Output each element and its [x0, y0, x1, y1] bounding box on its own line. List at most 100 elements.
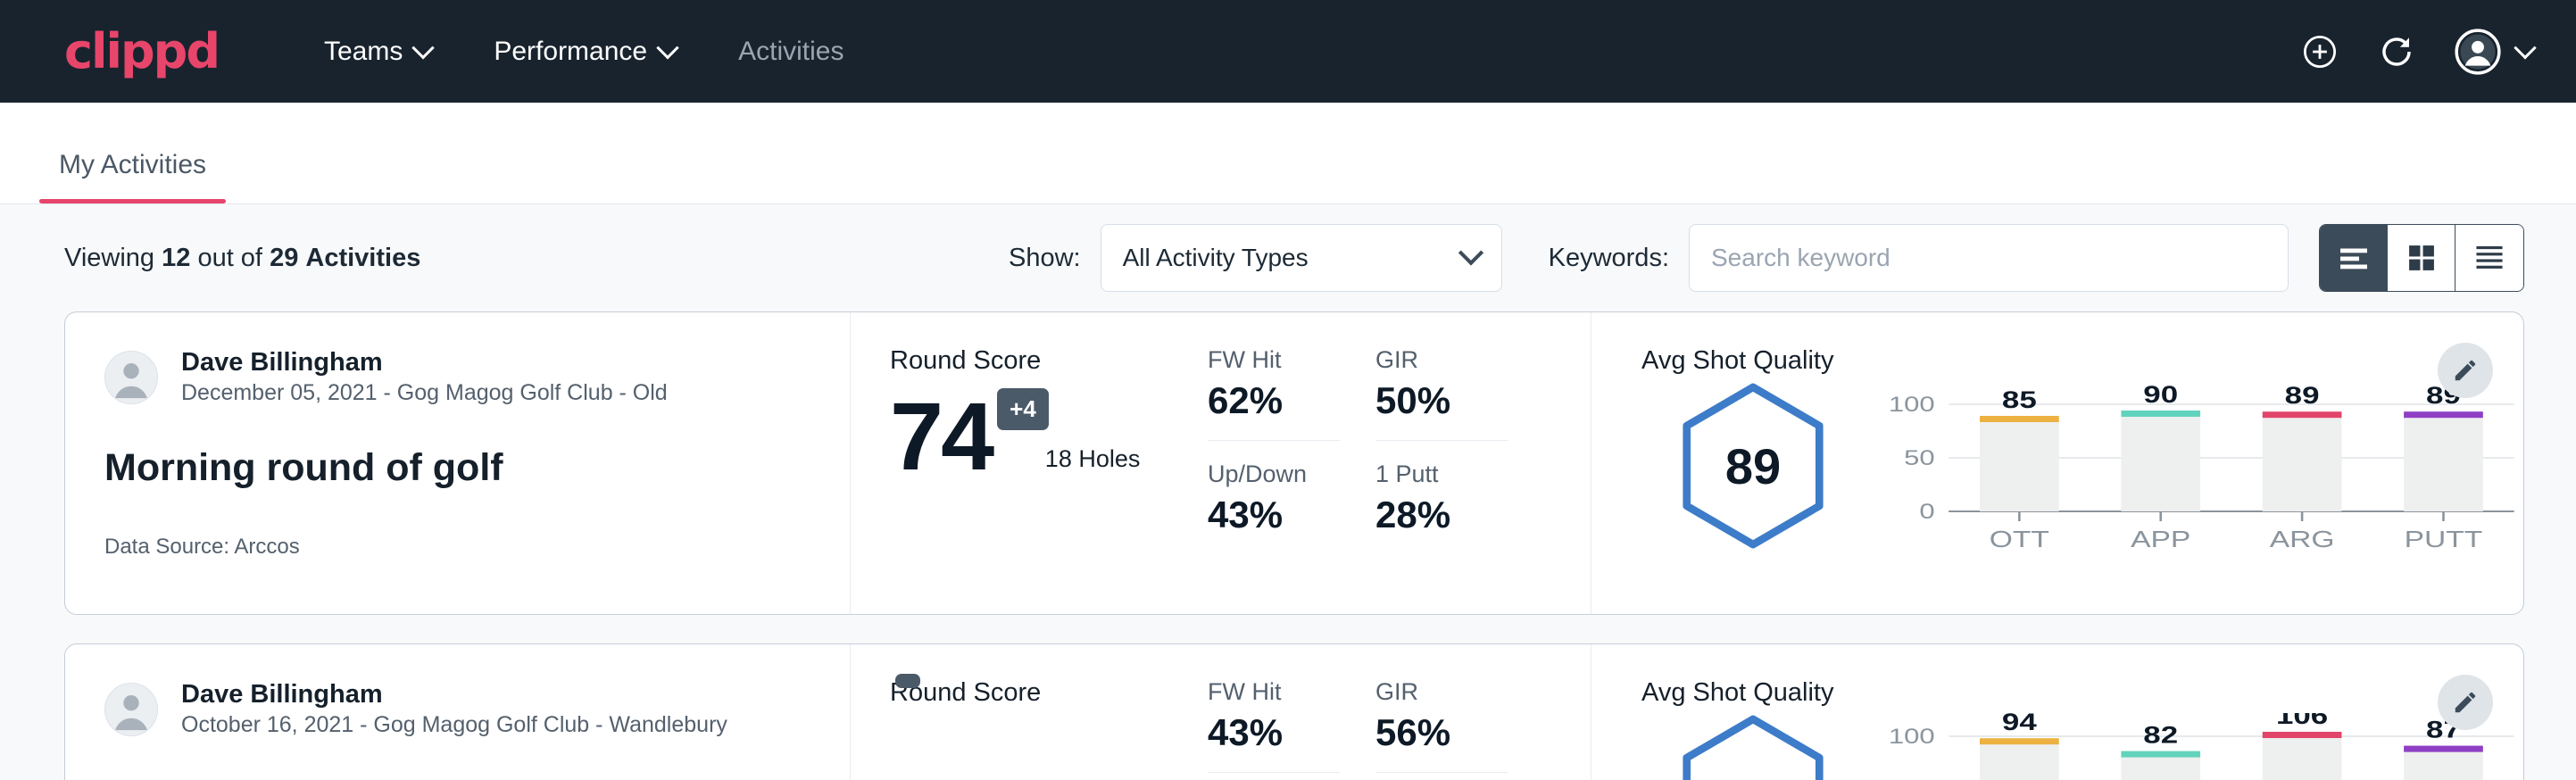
shot-quality-bar-chart: 05010085OTT90APP89ARG89PUTT: [1865, 381, 2523, 555]
edit-activity-button[interactable]: [2438, 343, 2493, 398]
stat-fw-hit: FW Hit 43%: [1208, 678, 1340, 773]
viewing-middle: out of: [197, 244, 262, 272]
viewing-prefix: Viewing: [64, 244, 154, 272]
avg-shot-quality-label: Avg Shot Quality: [1641, 346, 2523, 376]
svg-text:50: 50: [1904, 445, 1935, 469]
avg-shot-quality-label: Avg Shot Quality: [1641, 678, 2523, 708]
nav-item-teams-label: Teams: [324, 37, 403, 67]
edit-activity-button[interactable]: [2438, 675, 2493, 730]
activity-user-name: Dave Billingham: [181, 346, 668, 378]
avg-shot-quality-column: Avg Shot Quality 89 05010085OTT90APP89AR…: [1591, 312, 2523, 614]
stat-up-down-value: 43%: [1208, 494, 1340, 554]
stat-one-putt: 1 Putt 28%: [1375, 461, 1508, 554]
score-differential-badge: +4: [997, 388, 1049, 430]
round-score-value: 74: [890, 392, 992, 480]
stat-one-putt-value: 28%: [1375, 494, 1508, 554]
shot-quality-bar-chart: 05010094OTT82APP106ARG87PUTT: [1865, 713, 2523, 780]
round-score-label: Round Score: [890, 346, 1208, 376]
chevron-down-icon: [2514, 37, 2536, 59]
clippd-logo[interactable]: clippd: [64, 28, 219, 76]
activity-title: Morning round of golf: [104, 446, 810, 490]
avatar: [104, 683, 158, 736]
avatar: [104, 351, 158, 404]
filter-controls: Show: All Activity Types Keywords:: [1009, 224, 2524, 292]
tab-my-activities-label: My Activities: [59, 150, 206, 179]
activity-card[interactable]: Dave Billingham October 16, 2021 - Gog M…: [64, 643, 2524, 780]
svg-text:89: 89: [2285, 382, 2320, 409]
svg-text:0: 0: [1919, 499, 1934, 523]
refresh-icon[interactable]: [2378, 33, 2415, 71]
activity-meta: December 05, 2021 - Gog Magog Golf Club …: [181, 378, 668, 409]
chevron-down-icon: [656, 37, 678, 59]
avg-shot-quality-column: Avg Shot Quality 05010094OTT82APP106ARG8…: [1591, 644, 2523, 780]
keywords-label: Keywords:: [1549, 244, 1669, 273]
activity-data-source: Data Source: Arccos: [104, 535, 810, 560]
show-label: Show:: [1009, 244, 1081, 273]
viewing-count: 12: [162, 244, 190, 272]
stat-up-down: Up/Down 43%: [1208, 461, 1340, 554]
activity-meta: October 16, 2021 - Gog Magog Golf Club -…: [181, 710, 727, 741]
nav-item-activities-label: Activities: [738, 37, 843, 67]
viewing-suffix: Activities: [305, 244, 420, 272]
activity-card[interactable]: Dave Billingham December 05, 2021 - Gog …: [64, 311, 2524, 615]
holes-played-label: 18 Holes: [1045, 445, 1141, 480]
shot-quality-hexagon-wrap: [1641, 713, 1865, 780]
grid-view-icon[interactable]: [2388, 225, 2456, 291]
top-navigation-bar: clippd Teams Performance Activities: [0, 0, 2576, 103]
svg-text:100: 100: [1889, 724, 1935, 748]
round-score-row: [890, 724, 1208, 738]
stat-fw-hit-value: 62%: [1208, 379, 1340, 441]
round-score-row: 74 +4 18 Holes: [890, 392, 1208, 480]
tab-my-activities[interactable]: My Activities: [39, 150, 226, 203]
stat-up-down-label: Up/Down: [1208, 461, 1340, 488]
round-stats-grid: FW Hit 43% GIR 56% Up/Down 1 Putt: [1208, 644, 1591, 780]
activity-type-value: All Activity Types: [1123, 244, 1309, 272]
add-icon[interactable]: [2301, 33, 2339, 71]
svg-text:OTT: OTT: [1990, 527, 2049, 551]
stat-gir-label: GIR: [1375, 678, 1508, 706]
search-input[interactable]: [1689, 224, 2289, 292]
svg-text:85: 85: [2002, 386, 2037, 413]
activity-summary-column: Dave Billingham October 16, 2021 - Gog M…: [65, 644, 851, 780]
viewing-count-text: Viewing 12 out of 29 Activities: [64, 244, 420, 273]
list-view-icon[interactable]: [2320, 225, 2388, 291]
svg-text:106: 106: [2276, 713, 2328, 729]
activity-type-select[interactable]: All Activity Types: [1101, 224, 1502, 292]
main-nav-links: Teams Performance Activities: [324, 37, 843, 67]
round-stats-grid: FW Hit 62% GIR 50% Up/Down 43% 1 Putt 28…: [1208, 312, 1591, 614]
avg-shot-quality-value: 89: [1675, 381, 1831, 551]
avg-shot-quality-body: 89 05010085OTT90APP89ARG89PUTT: [1641, 381, 2523, 555]
svg-text:90: 90: [2143, 381, 2178, 408]
viewing-total: 29: [270, 244, 298, 272]
view-mode-toggle-group: [2319, 224, 2524, 292]
svg-text:ARG: ARG: [2270, 527, 2335, 551]
svg-text:PUTT: PUTT: [2405, 527, 2483, 551]
activity-summary-column: Dave Billingham December 05, 2021 - Gog …: [65, 312, 851, 614]
stat-fw-hit-label: FW Hit: [1208, 346, 1340, 374]
compact-view-icon[interactable]: [2456, 225, 2523, 291]
shot-quality-hexagon: [1675, 713, 1831, 780]
shot-quality-hexagon-wrap: 89: [1641, 381, 1865, 551]
stat-gir-label: GIR: [1375, 346, 1508, 374]
svg-text:100: 100: [1889, 392, 1935, 416]
account-avatar[interactable]: [2455, 29, 2533, 75]
nav-item-performance[interactable]: Performance: [494, 37, 676, 67]
round-score-column: Round Score 74 +4 18 Holes: [851, 312, 1208, 614]
activity-user-row: Dave Billingham October 16, 2021 - Gog M…: [104, 678, 810, 741]
stat-gir-value: 56%: [1375, 711, 1508, 773]
avg-shot-quality-body: 05010094OTT82APP106ARG87PUTT: [1641, 713, 2523, 780]
score-differential-badge: [895, 674, 920, 688]
stat-gir-value: 50%: [1375, 379, 1508, 441]
chevron-down-icon: [1458, 240, 1483, 265]
stat-fw-hit: FW Hit 62%: [1208, 346, 1340, 441]
stat-gir: GIR 50%: [1375, 346, 1508, 441]
round-score-label: Round Score: [890, 678, 1208, 708]
chevron-down-icon: [412, 37, 435, 59]
nav-item-activities[interactable]: Activities: [738, 37, 843, 67]
stat-fw-hit-label: FW Hit: [1208, 678, 1340, 706]
activity-user-name: Dave Billingham: [181, 678, 727, 710]
nav-item-teams[interactable]: Teams: [324, 37, 431, 67]
stat-one-putt-label: 1 Putt: [1375, 461, 1508, 488]
activity-card-list: Dave Billingham December 05, 2021 - Gog …: [0, 311, 2576, 780]
filter-toolbar: Viewing 12 out of 29 Activities Show: Al…: [0, 204, 2576, 311]
